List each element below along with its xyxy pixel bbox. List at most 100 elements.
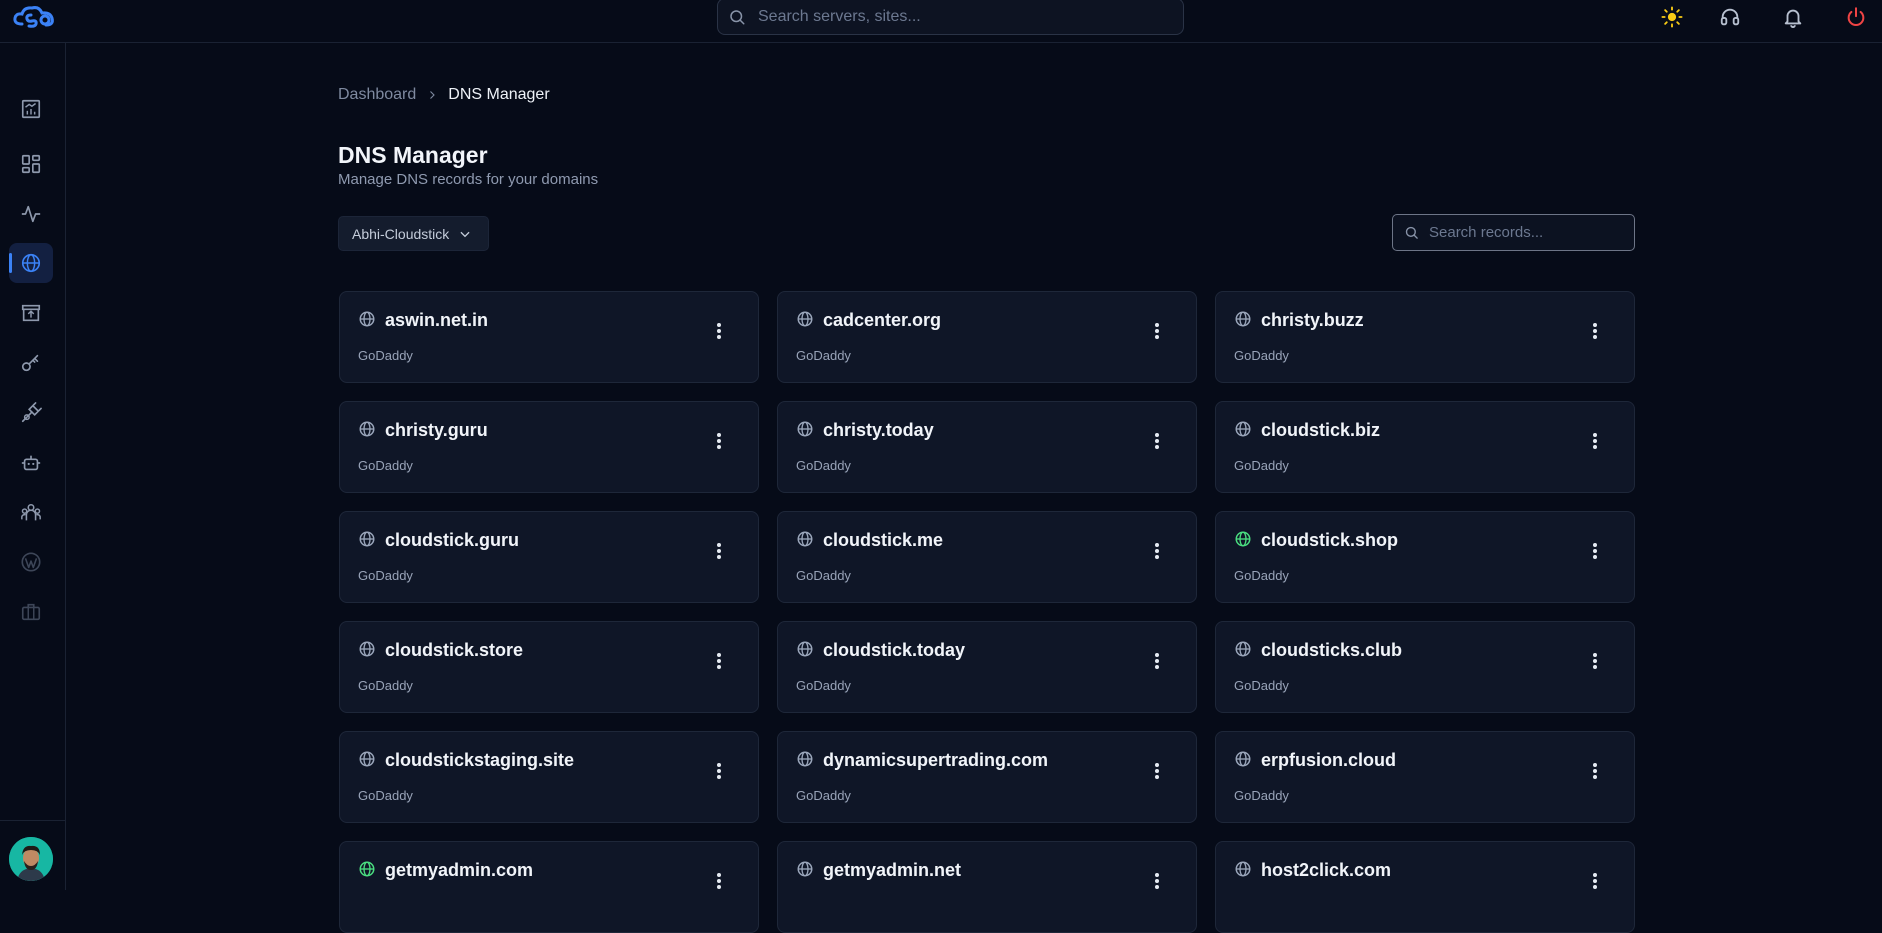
globe-icon: [358, 860, 376, 878]
domain-card[interactable]: aswin.net.in GoDaddy: [339, 291, 759, 383]
domain-card[interactable]: cloudsticks.club GoDaddy: [1215, 621, 1635, 713]
domain-card[interactable]: erpfusion.cloud GoDaddy: [1215, 731, 1635, 823]
sidebar-item-store[interactable]: [9, 293, 53, 333]
sidebar-item-dashboard[interactable]: [9, 144, 53, 184]
domain-card[interactable]: cloudstick.shop GoDaddy: [1215, 511, 1635, 603]
domain-name[interactable]: erpfusion.cloud: [1261, 750, 1396, 771]
logo-icon: [13, 6, 54, 28]
headset-icon: [1720, 8, 1740, 26]
more-vertical-icon[interactable]: [710, 318, 728, 344]
more-vertical-icon[interactable]: [1148, 428, 1166, 454]
more-vertical-icon[interactable]: [1148, 318, 1166, 344]
breadcrumb-dashboard-link[interactable]: Dashboard: [338, 86, 416, 104]
domain-card[interactable]: cloudstick.store GoDaddy: [339, 621, 759, 713]
breadcrumb-current: DNS Manager: [448, 86, 550, 103]
domain-card[interactable]: cloudstick.me GoDaddy: [777, 511, 1197, 603]
domain-name[interactable]: cloudstickstaging.site: [385, 750, 574, 771]
sidebar-item-integrations[interactable]: [9, 393, 53, 433]
sidebar-item-dns[interactable]: [9, 243, 53, 283]
domain-name[interactable]: cloudstick.shop: [1261, 530, 1398, 551]
domain-name[interactable]: cloudstick.today: [823, 640, 965, 661]
domain-provider: GoDaddy: [796, 568, 851, 583]
sidebar-item-monitoring[interactable]: [9, 194, 53, 234]
domain-card[interactable]: dynamicsupertrading.com GoDaddy: [777, 731, 1197, 823]
domain-name[interactable]: getmyadmin.com: [385, 860, 533, 881]
more-vertical-icon[interactable]: [1148, 538, 1166, 564]
sidebar-item-billing[interactable]: [9, 592, 53, 632]
more-vertical-icon[interactable]: [710, 538, 728, 564]
more-vertical-icon[interactable]: [710, 648, 728, 674]
sidebar-item-analytics[interactable]: [9, 89, 53, 129]
domain-provider: GoDaddy: [358, 458, 413, 473]
wordpress-icon: [21, 552, 41, 572]
domain-card[interactable]: cloudstickstaging.site GoDaddy: [339, 731, 759, 823]
domain-provider: GoDaddy: [796, 678, 851, 693]
avatar[interactable]: [9, 837, 53, 881]
globe-icon: [358, 420, 376, 438]
domain-name[interactable]: christy.guru: [385, 420, 488, 441]
domain-name[interactable]: christy.today: [823, 420, 934, 441]
more-vertical-icon[interactable]: [1586, 758, 1604, 784]
cloudstick-logo[interactable]: [12, 4, 60, 30]
domain-name[interactable]: cadcenter.org: [823, 310, 941, 331]
analytics-icon: [21, 99, 41, 119]
domain-card[interactable]: christy.today GoDaddy: [777, 401, 1197, 493]
domain-card[interactable]: host2click.com: [1215, 841, 1635, 933]
more-vertical-icon[interactable]: [1586, 428, 1604, 454]
sidebar-item-team[interactable]: [9, 493, 53, 533]
user-avatar-icon: [9, 837, 53, 881]
theme-toggle-button[interactable]: [1659, 4, 1685, 30]
page-subtitle: Manage DNS records for your domains: [338, 171, 599, 188]
sun-icon: [1661, 6, 1683, 28]
record-search-input[interactable]: [1427, 223, 1621, 242]
domain-card[interactable]: cloudstick.biz GoDaddy: [1215, 401, 1635, 493]
sidebar-item-automation[interactable]: [9, 443, 53, 483]
logout-button[interactable]: [1843, 4, 1869, 30]
more-vertical-icon[interactable]: [1148, 868, 1166, 894]
plug-icon: [21, 402, 42, 423]
sidebar-item-keys[interactable]: [9, 343, 53, 383]
key-icon: [21, 354, 39, 372]
domain-provider: GoDaddy: [1234, 458, 1289, 473]
more-vertical-icon[interactable]: [710, 758, 728, 784]
more-vertical-icon[interactable]: [1586, 648, 1604, 674]
domain-name[interactable]: cloudstick.biz: [1261, 420, 1380, 441]
sidebar-item-wordpress[interactable]: [9, 542, 53, 582]
more-vertical-icon[interactable]: [710, 868, 728, 894]
more-vertical-icon[interactable]: [1148, 758, 1166, 784]
domain-name[interactable]: dynamicsupertrading.com: [823, 750, 1048, 771]
globe-icon: [796, 860, 814, 878]
notifications-button[interactable]: [1780, 4, 1806, 30]
more-vertical-icon[interactable]: [1586, 868, 1604, 894]
domain-card[interactable]: christy.guru GoDaddy: [339, 401, 759, 493]
domain-name[interactable]: christy.buzz: [1261, 310, 1364, 331]
domain-name[interactable]: cloudstick.guru: [385, 530, 519, 551]
domain-name[interactable]: aswin.net.in: [385, 310, 488, 331]
global-search[interactable]: [717, 0, 1184, 35]
domain-card[interactable]: getmyadmin.net: [777, 841, 1197, 933]
domain-provider: GoDaddy: [1234, 348, 1289, 363]
domain-card[interactable]: christy.buzz GoDaddy: [1215, 291, 1635, 383]
search-icon: [1405, 226, 1418, 239]
domain-name[interactable]: host2click.com: [1261, 860, 1391, 881]
domain-provider: GoDaddy: [358, 678, 413, 693]
more-vertical-icon[interactable]: [1586, 318, 1604, 344]
domain-name[interactable]: cloudstick.store: [385, 640, 523, 661]
domain-name[interactable]: cloudsticks.club: [1261, 640, 1402, 661]
more-vertical-icon[interactable]: [1586, 538, 1604, 564]
domain-card[interactable]: cadcenter.org GoDaddy: [777, 291, 1197, 383]
more-vertical-icon[interactable]: [1148, 648, 1166, 674]
domain-name[interactable]: cloudstick.me: [823, 530, 943, 551]
account-select[interactable]: Abhi-Cloudstick: [338, 216, 489, 251]
domain-card[interactable]: getmyadmin.com: [339, 841, 759, 933]
domain-provider: GoDaddy: [796, 458, 851, 473]
domain-card[interactable]: cloudstick.guru GoDaddy: [339, 511, 759, 603]
domain-name[interactable]: getmyadmin.net: [823, 860, 961, 881]
chevron-down-icon: [460, 231, 470, 237]
support-button[interactable]: [1717, 4, 1743, 30]
domain-card[interactable]: cloudstick.today GoDaddy: [777, 621, 1197, 713]
record-search[interactable]: [1392, 214, 1635, 251]
bell-icon: [1784, 9, 1802, 28]
more-vertical-icon[interactable]: [710, 428, 728, 454]
global-search-input[interactable]: [756, 6, 1160, 27]
